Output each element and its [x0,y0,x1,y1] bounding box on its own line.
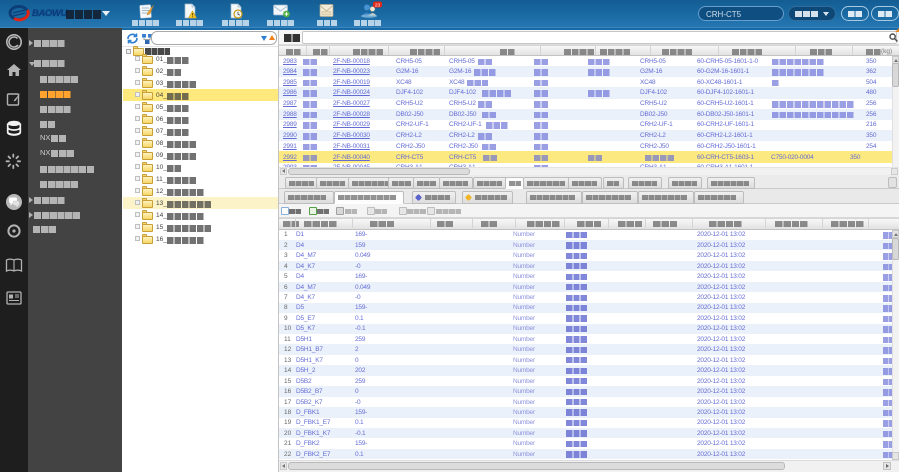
svg-text:23: 23 [375,2,381,8]
